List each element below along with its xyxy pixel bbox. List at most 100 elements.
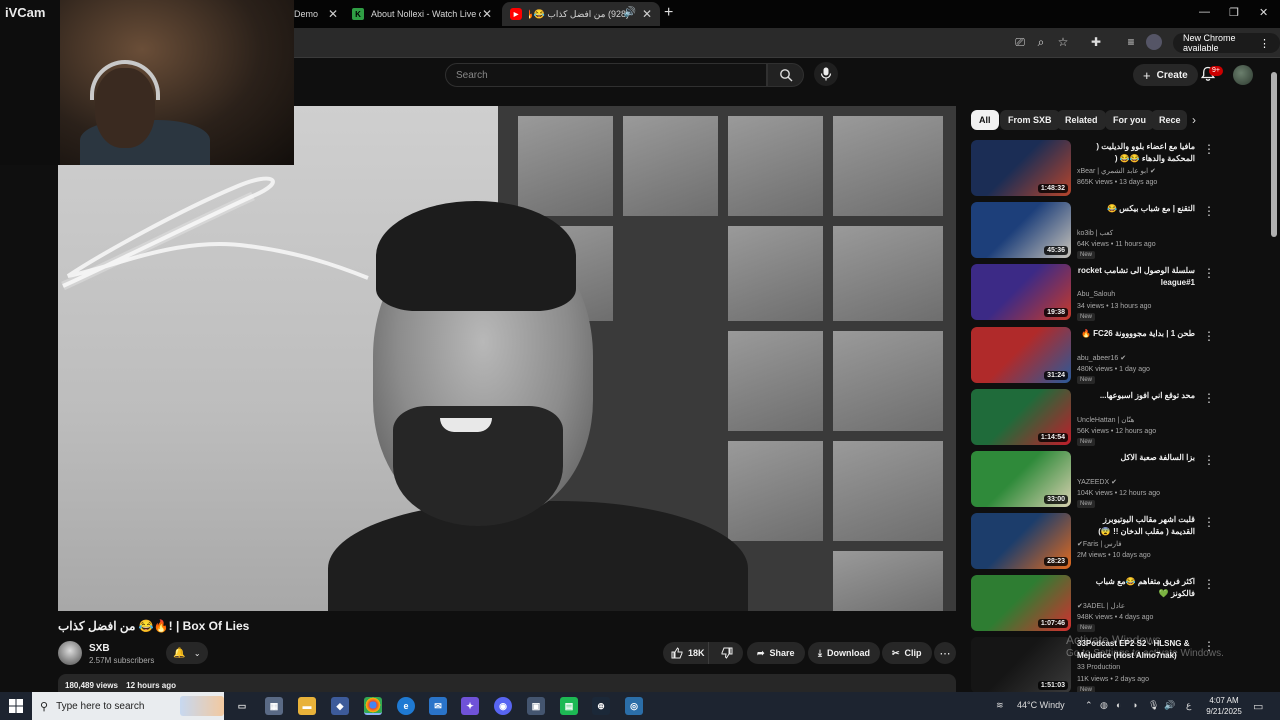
recommendation-thumbnail[interactable]: 31:24: [971, 327, 1071, 383]
tray-app-icon[interactable]: ◐: [1116, 700, 1121, 710]
tray-app-icon[interactable]: ◑: [1132, 700, 1137, 710]
zoom-icon[interactable]: ⌕: [1033, 34, 1049, 50]
recommendation-thumbnail[interactable]: 1:07:46: [971, 575, 1071, 631]
app-icon[interactable]: ◆: [331, 697, 349, 715]
input-language[interactable]: ع: [1186, 700, 1191, 711]
recommendation-thumbnail[interactable]: 1:51:03: [971, 637, 1071, 693]
discord-icon[interactable]: ◉: [494, 697, 512, 715]
clip-button[interactable]: ✂ Clip: [882, 642, 932, 664]
tray-app-icon[interactable]: ◍: [1100, 700, 1108, 711]
weather-text[interactable]: 44°C Windy: [1017, 700, 1065, 710]
app-blue-icon[interactable]: ◎: [625, 697, 643, 715]
recommendation-item[interactable]: 19:38 سلسلة الوصول الى تشامب rocket leagu…: [971, 264, 1221, 322]
recommendation-item[interactable]: 31:24 طحن 1 | بداية مجوووونة FC26 🔥 abu_ab…: [971, 327, 1221, 385]
kebab-menu-icon[interactable]: ⋮: [1203, 204, 1215, 218]
file-explorer-icon[interactable]: ▬: [298, 697, 316, 715]
recommendation-title[interactable]: سلسلة الوصول الى تشامب rocket league#1: [1077, 265, 1195, 289]
share-button[interactable]: ➦ Share: [747, 642, 805, 664]
recommendation-item[interactable]: 1:07:46 اكثر فريق متفاهم 😂مع شباب فالكونز…: [971, 575, 1221, 633]
recommendation-item[interactable]: 1:48:32 مافيا مع اعضاء بلوو والديليت ( ال…: [971, 140, 1221, 198]
weather-icon[interactable]: ≋: [996, 700, 1004, 711]
chip-for-you[interactable]: For you: [1105, 110, 1154, 130]
kebab-menu-icon[interactable]: ⋮: [1203, 142, 1215, 156]
scrollbar[interactable]: [1271, 62, 1277, 692]
chevron-up-icon[interactable]: ⌃: [1085, 700, 1093, 711]
scrollbar-thumb[interactable]: [1271, 72, 1277, 237]
recommendation-channel[interactable]: ko3ib | كعب: [1077, 229, 1113, 237]
recommendation-item[interactable]: 33:00 بزا السالفة صعبة الاكل YAZEEDX ✔ 104K…: [971, 451, 1221, 509]
close-icon[interactable]: ✕: [328, 7, 338, 21]
recommendation-thumbnail[interactable]: 19:38: [971, 264, 1071, 320]
recommendation-title[interactable]: طحن 1 | بداية مجوووونة FC26 🔥: [1077, 328, 1195, 340]
recommendation-title[interactable]: محد توقع اني افوز اسبوعها...: [1077, 390, 1195, 402]
recommendation-channel[interactable]: UncleHattan | هتّان: [1077, 416, 1134, 424]
recommendation-title[interactable]: بزا السالفة صعبة الاكل: [1077, 452, 1195, 464]
minimize-icon[interactable]: —: [1199, 6, 1210, 18]
recommendation-channel[interactable]: abu_abeer16 ✔: [1077, 354, 1126, 362]
copilot-icon[interactable]: ✦: [461, 697, 479, 715]
recommendation-thumbnail[interactable]: 1:14:54: [971, 389, 1071, 445]
kebab-menu-icon[interactable]: ⋮: [1203, 266, 1215, 280]
recommendation-channel[interactable]: ✔Faris | فارس: [1077, 540, 1122, 548]
restore-icon[interactable]: ❐: [1229, 6, 1239, 19]
recommendation-channel[interactable]: ✔3ADEL | عادل: [1077, 602, 1125, 610]
close-icon[interactable]: ✕: [482, 7, 492, 21]
kebab-menu-icon[interactable]: ⋮: [1203, 453, 1215, 467]
recommendation-title[interactable]: اكثر فريق متفاهم 😂مع شباب فالكونز 💚: [1077, 576, 1195, 600]
chrome-icon[interactable]: [364, 697, 382, 715]
recommendation-channel[interactable]: 33 Production: [1077, 664, 1120, 671]
search-button[interactable]: [767, 63, 804, 87]
steam-icon[interactable]: ⊕: [592, 697, 610, 715]
ivcam-webcam-overlay[interactable]: iVCam: [0, 0, 294, 165]
chip-from-sxb[interactable]: From SXB: [1000, 110, 1060, 130]
tab-demo[interactable]: Demo ✕: [294, 2, 340, 26]
microphone-icon[interactable]: 🎙: [1148, 700, 1159, 711]
volume-icon[interactable]: 🔊: [1164, 700, 1175, 711]
kebab-menu-icon[interactable]: ⋮: [1203, 515, 1215, 529]
recommendation-thumbnail[interactable]: 1:48:32: [971, 140, 1071, 196]
search-box[interactable]: [445, 63, 767, 87]
recommendation-title[interactable]: التقنع | مع شباب بيكس 😂: [1077, 203, 1195, 215]
kebab-menu-icon[interactable]: ⋮: [1203, 329, 1215, 343]
mail-icon[interactable]: ✉: [429, 697, 447, 715]
recommendation-channel[interactable]: YAZEEDX ✔: [1077, 478, 1117, 486]
new-tab-button[interactable]: +: [664, 4, 673, 22]
channel-avatar[interactable]: [58, 641, 82, 665]
search-input[interactable]: [446, 64, 766, 86]
description-box[interactable]: [58, 674, 956, 694]
account-avatar[interactable]: [1233, 65, 1253, 85]
new-chrome-available-button[interactable]: New Chrome available ⋮: [1173, 33, 1280, 53]
windows-start-icon[interactable]: [9, 699, 23, 713]
dislike-button[interactable]: [710, 642, 743, 664]
bookmark-star-icon[interactable]: ☆: [1055, 34, 1071, 50]
subscription-bell-button[interactable]: 🔔 ⌄: [166, 642, 208, 664]
recommendation-thumbnail[interactable]: 28:23: [971, 513, 1071, 569]
video-player[interactable]: [58, 106, 956, 611]
close-window-icon[interactable]: ✕: [1259, 6, 1268, 19]
taskbar-search-box[interactable]: ⚲ Type here to search: [32, 692, 224, 720]
recommendation-item[interactable]: 1:14:54 محد توقع اني افوز اسبوعها... Uncle…: [971, 389, 1221, 447]
media-controls-icon[interactable]: ≡: [1123, 34, 1139, 50]
recommendation-item[interactable]: 45:36 التقنع | مع شباب بيكس 😂 ko3ib | كعب 6…: [971, 202, 1221, 260]
voice-search-button[interactable]: [814, 62, 838, 86]
kebab-menu-icon[interactable]: ⋮: [1203, 391, 1215, 405]
recommendation-title[interactable]: قلبت اشهر مقالب اليوتيوبرز القديمة ( مقل…: [1077, 514, 1195, 538]
edge-icon[interactable]: e: [397, 697, 415, 715]
extensions-icon[interactable]: ✚: [1088, 34, 1104, 50]
task-view-icon[interactable]: ▭: [233, 697, 251, 715]
recommendation-thumbnail[interactable]: 45:36: [971, 202, 1071, 258]
chip-recent[interactable]: Rece: [1151, 110, 1187, 130]
download-button[interactable]: ⤓ Download: [808, 642, 880, 664]
app-green-icon[interactable]: ▤: [560, 697, 578, 715]
taskbar-clock[interactable]: 4:07 AM 9/21/2025: [1204, 695, 1244, 717]
notification-center-icon[interactable]: ▭: [1253, 700, 1263, 713]
chip-related[interactable]: Related: [1057, 110, 1106, 130]
create-button[interactable]: + Create: [1133, 64, 1198, 86]
chip-all[interactable]: All: [971, 110, 999, 130]
kebab-menu-icon[interactable]: ⋮: [1203, 577, 1215, 591]
monitor-app-icon[interactable]: ▣: [527, 697, 545, 715]
store-icon[interactable]: ▦: [265, 697, 283, 715]
more-actions-button[interactable]: ⋯: [934, 642, 956, 664]
chevron-right-icon[interactable]: ›: [1192, 113, 1196, 127]
recommendation-channel[interactable]: Abu_Salouh: [1077, 291, 1115, 298]
